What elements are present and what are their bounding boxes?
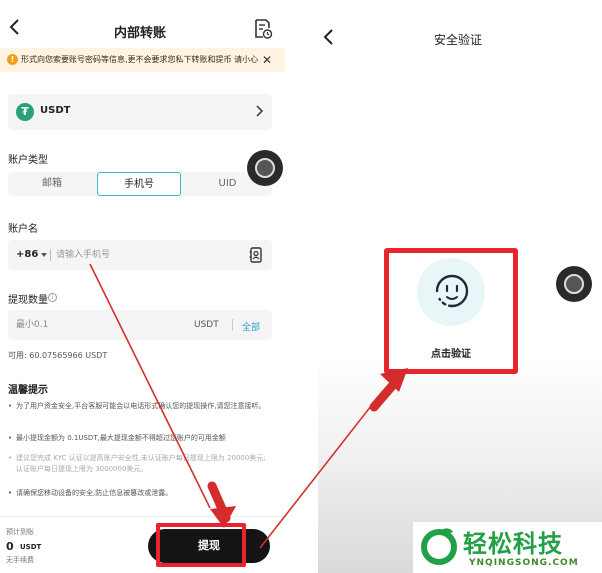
face-verify-label: 点击验证 <box>431 349 471 360</box>
floating-assistant-icon[interactable] <box>556 266 592 302</box>
tip-item: • 为了用户资金安全,平台客服可能会以电话形式确认您的提现操作,请您注意接听。 <box>8 402 266 410</box>
account-type-label: 账户类型 <box>8 155 48 166</box>
divider <box>0 516 285 517</box>
fee-text: 无手续费 <box>6 556 34 564</box>
country-code[interactable]: +86 <box>16 249 38 260</box>
amount-input[interactable] <box>16 317 166 333</box>
account-name-label: 账户名 <box>8 224 38 235</box>
watermark-url: YNQINGSONG.COM <box>469 558 579 568</box>
record-icon[interactable] <box>253 18 273 40</box>
close-icon[interactable]: ✕ <box>262 53 272 67</box>
account-type-selector: 邮箱 手机号 UID <box>8 172 272 196</box>
phone-field: +86 <box>8 240 272 270</box>
phone-input[interactable] <box>56 247 236 263</box>
page-title: 内部转账 <box>113 26 166 41</box>
watermark: 轻松科技 YNQINGSONG.COM <box>413 522 602 573</box>
tips-title: 温馨提示 <box>8 385 48 396</box>
estimated-label: 预计到账 <box>6 528 34 536</box>
estimated-unit: USDT <box>20 543 42 551</box>
tab-email[interactable]: 邮箱 <box>8 172 96 196</box>
warning-icon: ! <box>7 54 18 65</box>
security-notice: ! 形式向您索要账号密码等信息,更不会要求您私下转账和提币 请小心 ✕ <box>0 48 285 72</box>
tip-item: • 建议您完成 KYC 认证以提高账户安全性,未认证账户每日提现上限为 20000… <box>8 454 266 473</box>
info-icon[interactable]: i <box>48 293 57 302</box>
coin-symbol: USDT <box>40 105 71 116</box>
tip-item: • 请确保您移动设备的安全,防止信息被篡改或泄露。 <box>8 489 173 497</box>
tab-phone[interactable]: 手机号 <box>97 172 181 196</box>
leaf-logo-icon <box>421 528 457 565</box>
contacts-icon[interactable] <box>249 247 263 263</box>
floating-assistant-icon[interactable] <box>247 150 283 186</box>
tip-item: • 最小提现金额为 0.1USDT,最大提现金额不得超过您账户的可用金额 <box>8 434 226 442</box>
face-scan-icon[interactable] <box>427 266 477 316</box>
highlight-box <box>156 523 246 567</box>
amount-unit: USDT <box>194 320 219 330</box>
tether-icon: ₮ <box>16 103 34 121</box>
back-arrow-icon[interactable] <box>322 28 336 46</box>
transfer-screen: 内部转账 ! 形式向您索要账号密码等信息,更不会要求您私下转账和提币 请小心 ✕… <box>0 0 285 573</box>
coin-selector[interactable]: ₮ USDT <box>8 94 272 130</box>
all-button[interactable]: 全部 <box>242 320 260 333</box>
chevron-right-icon <box>256 105 264 117</box>
available-balance: 可用: 60.07565966 USDT <box>8 351 108 360</box>
amount-label: 提现数量 <box>8 295 48 306</box>
face-verify-card[interactable]: 点击验证 <box>384 248 518 374</box>
amount-field: USDT 全部 <box>8 310 272 340</box>
notice-text: 形式向您索要账号密码等信息,更不会要求您私下转账和提币 请小心 <box>21 55 259 64</box>
caret-down-icon[interactable] <box>41 253 47 257</box>
verify-title: 安全验证 <box>433 33 482 47</box>
watermark-text: 轻松科技 <box>463 530 563 558</box>
back-arrow-icon[interactable] <box>8 18 22 36</box>
divider <box>232 319 233 331</box>
divider <box>50 249 51 261</box>
estimated-value: 0 <box>6 540 14 553</box>
